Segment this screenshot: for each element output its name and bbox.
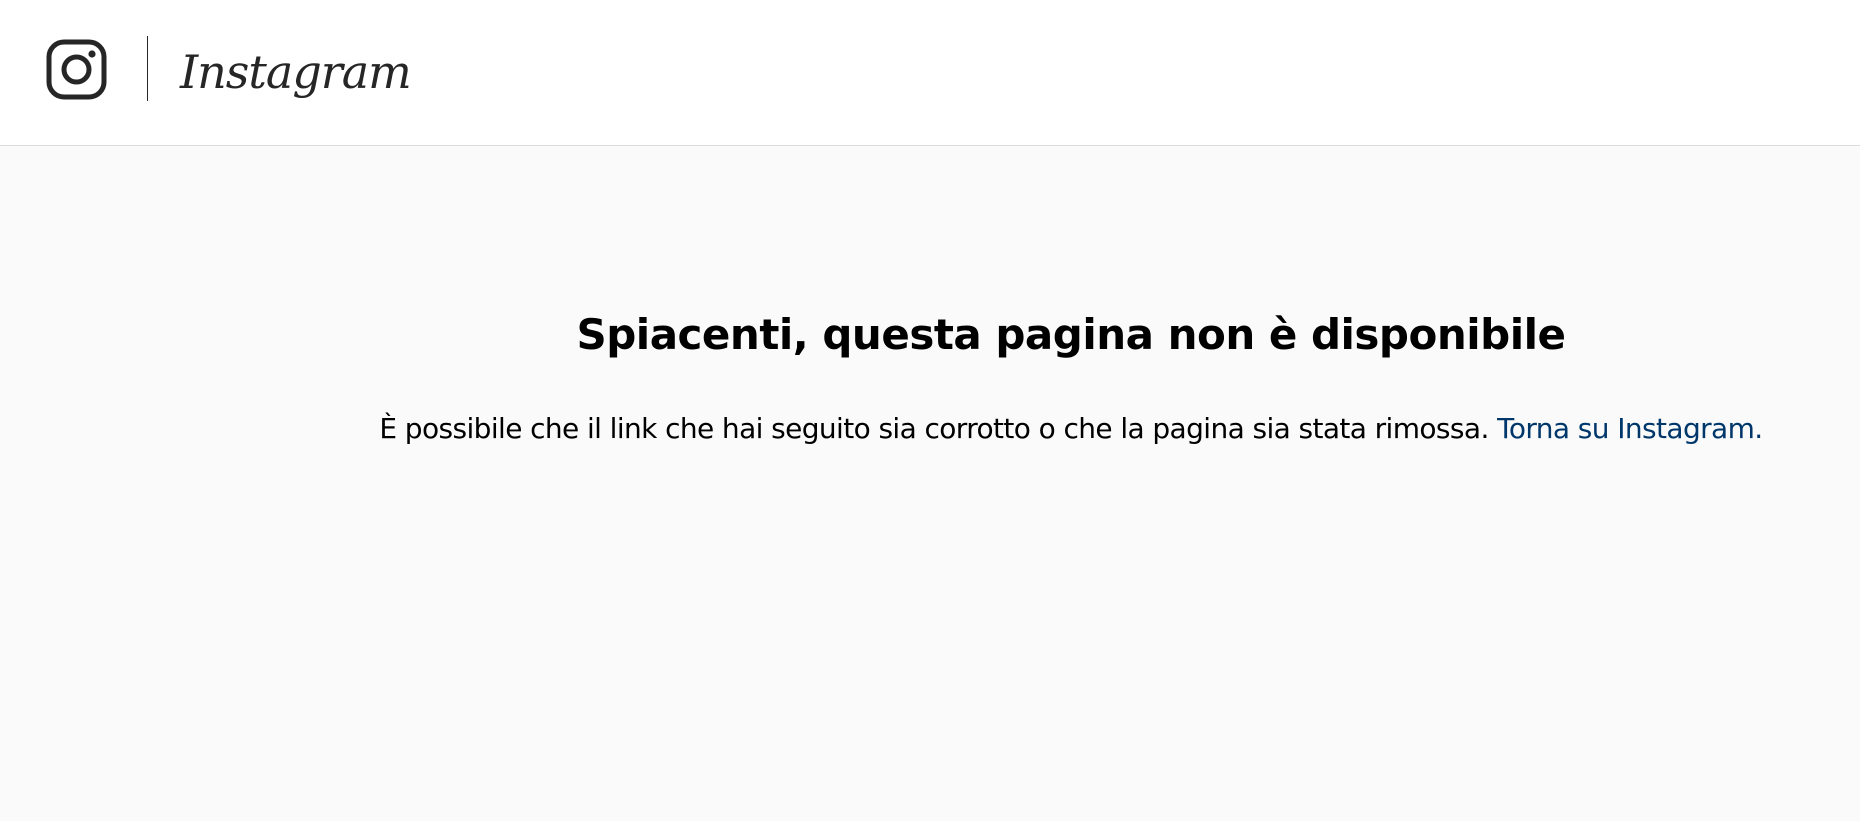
error-page-content: Spiacenti, questa pagina non è disponibi… <box>0 147 1860 821</box>
instagram-glyph-icon[interactable] <box>46 39 107 100</box>
top-navigation-bar: Instagram <box>0 0 1860 146</box>
error-title: Spiacenti, questa pagina non è disponibi… <box>576 310 1566 359</box>
error-message: È possibile che il link che hai seguito … <box>0 409 1860 449</box>
instagram-wordmark-logo[interactable]: Instagram <box>180 32 412 112</box>
logo-divider <box>147 36 148 101</box>
error-message-text: È possibile che il link che hai seguito … <box>379 412 1489 445</box>
back-to-instagram-link[interactable]: Torna su Instagram. <box>1497 412 1763 445</box>
